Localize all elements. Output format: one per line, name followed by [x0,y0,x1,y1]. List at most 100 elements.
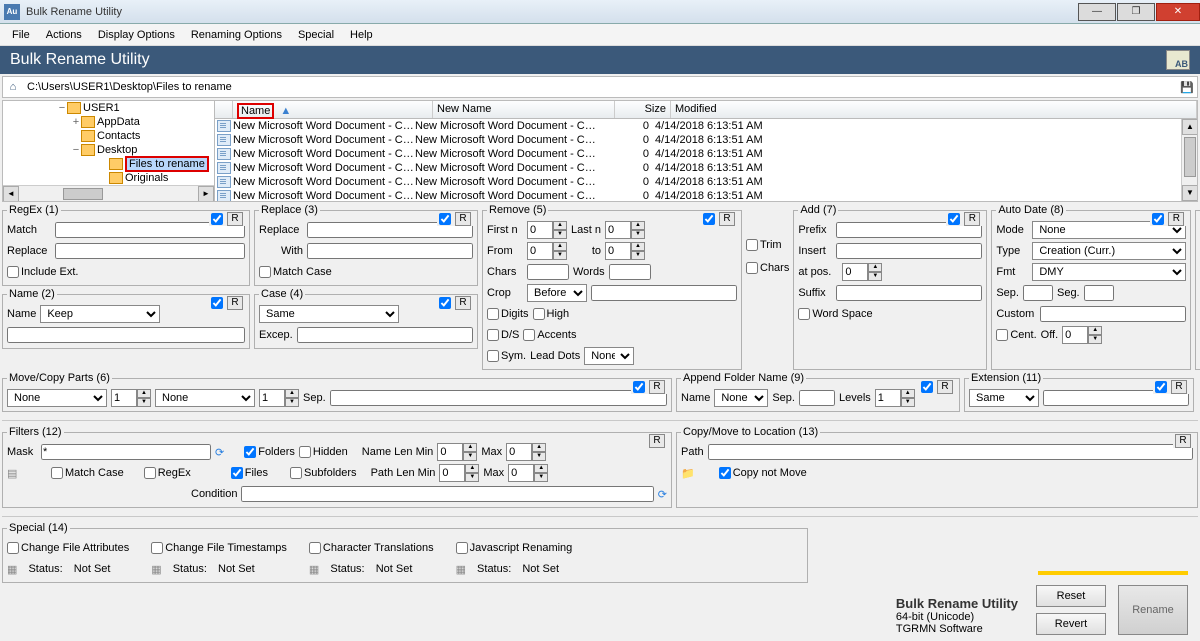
spin-down[interactable]: ▼ [137,398,151,407]
remove-crop-select[interactable]: Before [527,284,587,302]
regex-reset-button[interactable]: R [227,212,243,226]
spin-up[interactable]: ▲ [137,389,151,398]
spin-up[interactable]: ▲ [868,263,882,272]
grid-icon[interactable]: ▦ [7,563,17,576]
grid-icon[interactable]: ▦ [309,563,319,576]
menu-help[interactable]: Help [342,27,381,43]
spin-up[interactable]: ▲ [901,389,915,398]
table-row[interactable]: New Microsoft Word Document - Copy (3).d… [215,161,1197,175]
autodate-fmt-select[interactable]: DMY [1032,263,1186,281]
tree-label[interactable]: Originals [125,172,168,184]
replace-matchcase-checkbox[interactable] [259,266,271,278]
table-row[interactable]: New Microsoft Word Document - Copy (11).… [215,133,1197,147]
remove-from-input[interactable] [527,242,553,260]
tree-label[interactable]: USER1 [83,102,120,114]
tree-item[interactable]: Files to rename [3,157,214,171]
spin-up[interactable]: ▲ [463,443,477,452]
add-suffix-input[interactable] [836,285,982,301]
remove-firstn-input[interactable] [527,221,553,239]
replace-enable-checkbox[interactable] [439,213,451,225]
browse-folder-icon[interactable]: 📁 [681,467,695,480]
grid-icon[interactable]: ▦ [456,563,466,576]
case-enable-checkbox[interactable] [439,297,451,309]
tree-item[interactable]: Contacts [3,129,214,143]
autodate-off-input[interactable] [1062,326,1088,344]
refresh-icon[interactable]: ⟳ [215,446,224,459]
grid-icon[interactable]: ▦ [151,563,161,576]
condition-refresh-icon[interactable]: ⟳ [658,488,667,501]
remove-reset-button[interactable]: R [719,212,735,226]
remove-leaddots-select[interactable]: None [584,347,634,365]
tree-expander-icon[interactable]: + [71,116,81,128]
filters-files-checkbox[interactable] [231,467,243,479]
regex-enable-checkbox[interactable] [211,213,223,225]
movecopy-select2[interactable]: None [155,389,255,407]
special-cft-checkbox[interactable] [151,542,163,554]
minimize-button[interactable]: — [1078,3,1116,21]
autodate-reset-button[interactable]: R [1168,212,1184,226]
col-header-name[interactable]: Name▲ [233,101,433,118]
remove-enable-checkbox[interactable] [703,213,715,225]
autodate-type-select[interactable]: Creation (Curr.) [1032,242,1186,260]
autodate-seg-input[interactable] [1084,285,1114,301]
spin-up[interactable]: ▲ [553,221,567,230]
regex-includeext-checkbox[interactable] [7,266,19,278]
filters-namelenmin-input[interactable] [437,443,463,461]
tree-item[interactable]: −Desktop [3,143,214,157]
movecopy-sep-input[interactable] [330,390,667,406]
copyto-copynotmove-checkbox[interactable] [719,467,731,479]
spin-up[interactable]: ▲ [465,464,479,473]
tree-scrollbar-thumb[interactable] [63,188,103,200]
autodate-enable-checkbox[interactable] [1152,213,1164,225]
name-input[interactable] [7,327,245,343]
list-scrollbar-thumb[interactable] [1184,137,1196,177]
spin-up[interactable]: ▲ [553,242,567,251]
close-button[interactable]: ✕ [1156,3,1200,21]
movecopy-enable-checkbox[interactable] [633,381,645,393]
remove-crop-input[interactable] [591,285,737,301]
remove-to-input[interactable] [605,242,631,260]
special-cfa-checkbox[interactable] [7,542,19,554]
tree-expander-icon[interactable]: − [71,144,81,156]
maximize-button[interactable]: ❐ [1117,3,1155,21]
remove-digits-checkbox[interactable] [487,308,499,320]
filters-condition-input[interactable] [241,486,653,502]
spin-down[interactable]: ▼ [553,251,567,260]
case-excep-input[interactable] [297,327,473,343]
autodate-cent-checkbox[interactable] [996,329,1008,341]
folder-tree[interactable]: − USER1+AppDataContacts−DesktopFiles to r… [3,101,215,201]
spin-down[interactable]: ▼ [1088,335,1102,344]
spin-down[interactable]: ▼ [553,230,567,239]
special-jr-checkbox[interactable] [456,542,468,554]
filters-pathlenmax-input[interactable] [508,464,534,482]
case-select[interactable]: Same [259,305,399,323]
append-sep-input[interactable] [799,390,835,406]
autodate-sep-input[interactable] [1023,285,1053,301]
autodate-custom-input[interactable] [1040,306,1186,322]
spin-down[interactable]: ▼ [463,452,477,461]
reset-button[interactable]: Reset [1036,585,1106,607]
movecopy-reset-button[interactable]: R [649,380,665,394]
table-row[interactable]: New Microsoft Word Document - Copy (10).… [215,119,1197,133]
tree-label[interactable]: Files to rename [125,156,209,172]
case-reset-button[interactable]: R [455,296,471,310]
spin-down[interactable]: ▼ [631,230,645,239]
list-scrollbar[interactable]: ▲ ▼ [1181,119,1197,201]
append-reset-button[interactable]: R [937,380,953,394]
add-enable-checkbox[interactable] [948,213,960,225]
remove-accents-checkbox[interactable] [523,329,535,341]
ext-enable-checkbox[interactable] [1155,381,1167,393]
filters-namelenmax-input[interactable] [506,443,532,461]
filters-mask-input[interactable] [41,444,211,460]
spin-up[interactable]: ▲ [534,464,548,473]
remove-chars-input[interactable] [527,264,569,280]
replace-with-input[interactable] [307,243,473,259]
add-reset-button[interactable]: R [964,212,980,226]
path-home-icon[interactable]: ⌂ [3,81,23,93]
add-atpos-input[interactable] [842,263,868,281]
tree-scrollbar[interactable]: ◄ ► [3,185,214,201]
table-row[interactable]: New Microsoft Word Document - Copy (4).d… [215,175,1197,189]
spin-up[interactable]: ▲ [1088,326,1102,335]
append-name-select[interactable]: None [714,389,768,407]
tree-item[interactable]: +AppData [3,115,214,129]
